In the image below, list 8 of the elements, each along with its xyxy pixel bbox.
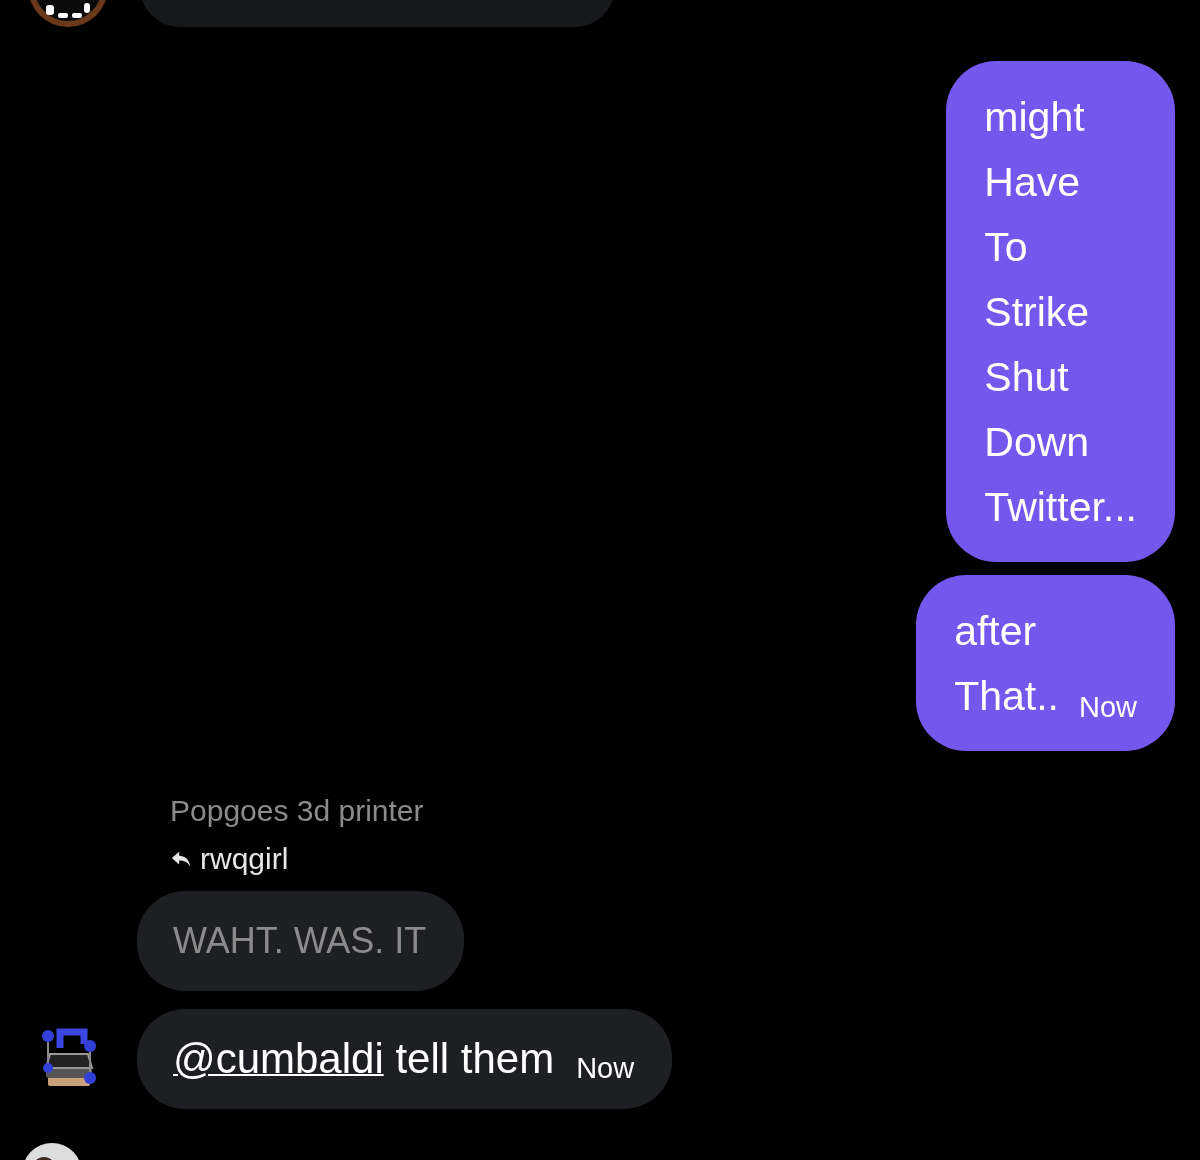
reply-target: rwqgirl — [200, 841, 289, 877]
message-text: @cumbaldi tell them — [173, 1035, 555, 1083]
message-time: Now — [1079, 690, 1137, 725]
message-time: Now — [576, 1051, 635, 1085]
message-text: might Have To Strike Shut Down Twitter... — [984, 93, 1137, 532]
author-name: Popgoes 3d printer — [170, 793, 425, 829]
message-text: after That.. — [954, 607, 1059, 721]
message-text: WAHT. WAS. IT — [173, 920, 427, 962]
